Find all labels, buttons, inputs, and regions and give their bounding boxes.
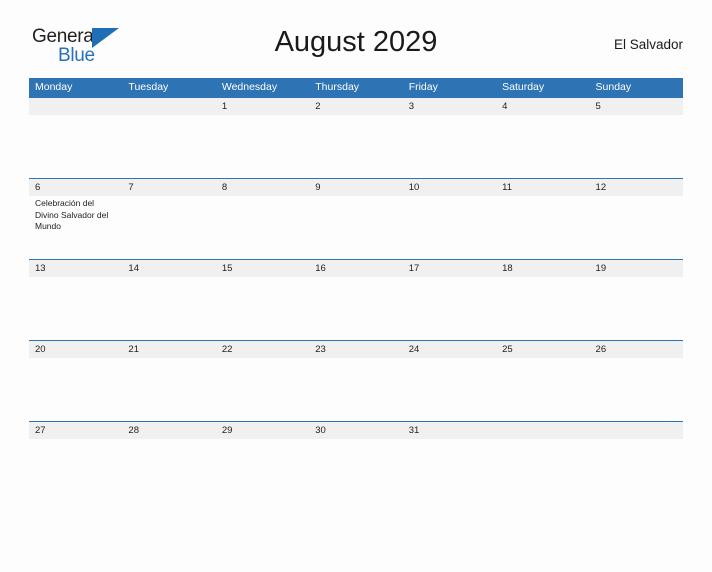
day-cell[interactable] (590, 115, 683, 178)
day-number[interactable]: 15 (216, 260, 309, 277)
day-number[interactable]: 4 (496, 98, 589, 115)
day-number[interactable]: 24 (403, 341, 496, 358)
day-number[interactable]: 17 (403, 260, 496, 277)
calendar-grid: Monday Tuesday Wednesday Thursday Friday… (29, 78, 683, 502)
day-cell[interactable] (29, 439, 122, 502)
day-cell[interactable] (216, 358, 309, 421)
day-cell[interactable] (590, 439, 683, 502)
day-number[interactable] (29, 98, 122, 115)
weekday-header-sunday: Sunday (595, 81, 632, 93)
day-cell[interactable] (216, 277, 309, 340)
day-cell[interactable] (403, 358, 496, 421)
day-cell[interactable] (309, 439, 402, 502)
day-number[interactable]: 21 (122, 341, 215, 358)
week-body-band (29, 439, 683, 502)
day-cell[interactable] (590, 277, 683, 340)
day-cell[interactable] (216, 196, 309, 259)
day-number[interactable]: 11 (496, 179, 589, 196)
week-number-band: 1 2 3 4 5 (29, 97, 683, 115)
day-number[interactable]: 30 (309, 422, 402, 439)
weekday-header-thursday: Thursday (315, 81, 360, 93)
weekday-header-saturday: Saturday (502, 81, 545, 93)
day-number[interactable]: 29 (216, 422, 309, 439)
day-cell[interactable] (496, 358, 589, 421)
day-cell[interactable] (216, 115, 309, 178)
day-cell[interactable] (590, 358, 683, 421)
day-cell[interactable] (403, 439, 496, 502)
day-cell[interactable] (122, 115, 215, 178)
week-body-band (29, 358, 683, 421)
day-cell[interactable] (403, 196, 496, 259)
day-cell[interactable] (403, 277, 496, 340)
day-event-text: Celebración del Divino Salvador del Mund… (35, 198, 109, 231)
day-number[interactable]: 23 (309, 341, 402, 358)
day-number[interactable]: 7 (122, 179, 215, 196)
day-cell[interactable] (496, 196, 589, 259)
calendar-week-row: 13 14 15 16 17 18 19 (29, 259, 683, 340)
calendar-week-row: 6 7 8 9 10 11 12 Celebración del Divino … (29, 178, 683, 259)
day-number[interactable]: 20 (29, 341, 122, 358)
week-body-band: Celebración del Divino Salvador del Mund… (29, 196, 683, 259)
calendar-week-row: 1 2 3 4 5 (29, 97, 683, 178)
day-number[interactable]: 6 (29, 179, 122, 196)
day-cell[interactable] (496, 277, 589, 340)
calendar-page: General Blue August 2029 El Salvador Mon… (0, 22, 712, 572)
day-cell[interactable] (496, 115, 589, 178)
day-cell[interactable] (496, 439, 589, 502)
day-number[interactable]: 8 (216, 179, 309, 196)
day-cell[interactable] (29, 358, 122, 421)
day-number[interactable] (122, 98, 215, 115)
day-number[interactable]: 1 (216, 98, 309, 115)
day-number[interactable]: 14 (122, 260, 215, 277)
day-number[interactable] (496, 422, 589, 439)
day-cell[interactable] (309, 277, 402, 340)
region-label: El Salvador (613, 37, 683, 52)
page-title: August 2029 (274, 26, 438, 58)
weekday-header-wednesday: Wednesday (221, 81, 278, 93)
day-number[interactable]: 9 (309, 179, 402, 196)
day-number[interactable]: 5 (590, 98, 683, 115)
week-number-band: 6 7 8 9 10 11 12 (29, 178, 683, 196)
week-number-band: 20 21 22 23 24 25 26 (29, 340, 683, 358)
day-cell[interactable] (590, 196, 683, 259)
week-body-band (29, 277, 683, 340)
day-cell[interactable]: Celebración del Divino Salvador del Mund… (29, 196, 122, 259)
weekday-header-row: Monday Tuesday Wednesday Thursday Friday… (29, 78, 683, 97)
day-number[interactable]: 13 (29, 260, 122, 277)
day-number[interactable]: 3 (403, 98, 496, 115)
day-number[interactable]: 31 (403, 422, 496, 439)
day-number[interactable]: 19 (590, 260, 683, 277)
page-header: General Blue August 2029 El Salvador (29, 22, 683, 76)
day-cell[interactable] (122, 196, 215, 259)
calendar-week-row: 20 21 22 23 24 25 26 (29, 340, 683, 421)
day-number[interactable]: 2 (309, 98, 402, 115)
week-body-band (29, 115, 683, 178)
day-number[interactable]: 26 (590, 341, 683, 358)
day-number[interactable]: 16 (309, 260, 402, 277)
day-cell[interactable] (122, 358, 215, 421)
week-number-band: 27 28 29 30 31 (29, 421, 683, 439)
day-number[interactable]: 27 (29, 422, 122, 439)
day-number[interactable]: 18 (496, 260, 589, 277)
day-number[interactable]: 12 (590, 179, 683, 196)
day-cell[interactable] (216, 439, 309, 502)
calendar-week-row: 27 28 29 30 31 (29, 421, 683, 502)
day-cell[interactable] (29, 277, 122, 340)
weekday-header-tuesday: Tuesday (128, 81, 169, 93)
day-number[interactable]: 28 (122, 422, 215, 439)
day-cell[interactable] (29, 115, 122, 178)
day-number[interactable]: 25 (496, 341, 589, 358)
day-cell[interactable] (309, 358, 402, 421)
day-cell[interactable] (309, 196, 402, 259)
weekday-header-friday: Friday (408, 81, 438, 93)
day-number[interactable] (590, 422, 683, 439)
day-cell[interactable] (122, 277, 215, 340)
day-number[interactable]: 22 (216, 341, 309, 358)
week-number-band: 13 14 15 16 17 18 19 (29, 259, 683, 277)
day-cell[interactable] (309, 115, 402, 178)
weekday-header-monday: Monday (35, 81, 73, 93)
day-number[interactable]: 10 (403, 179, 496, 196)
day-cell[interactable] (403, 115, 496, 178)
day-cell[interactable] (122, 439, 215, 502)
